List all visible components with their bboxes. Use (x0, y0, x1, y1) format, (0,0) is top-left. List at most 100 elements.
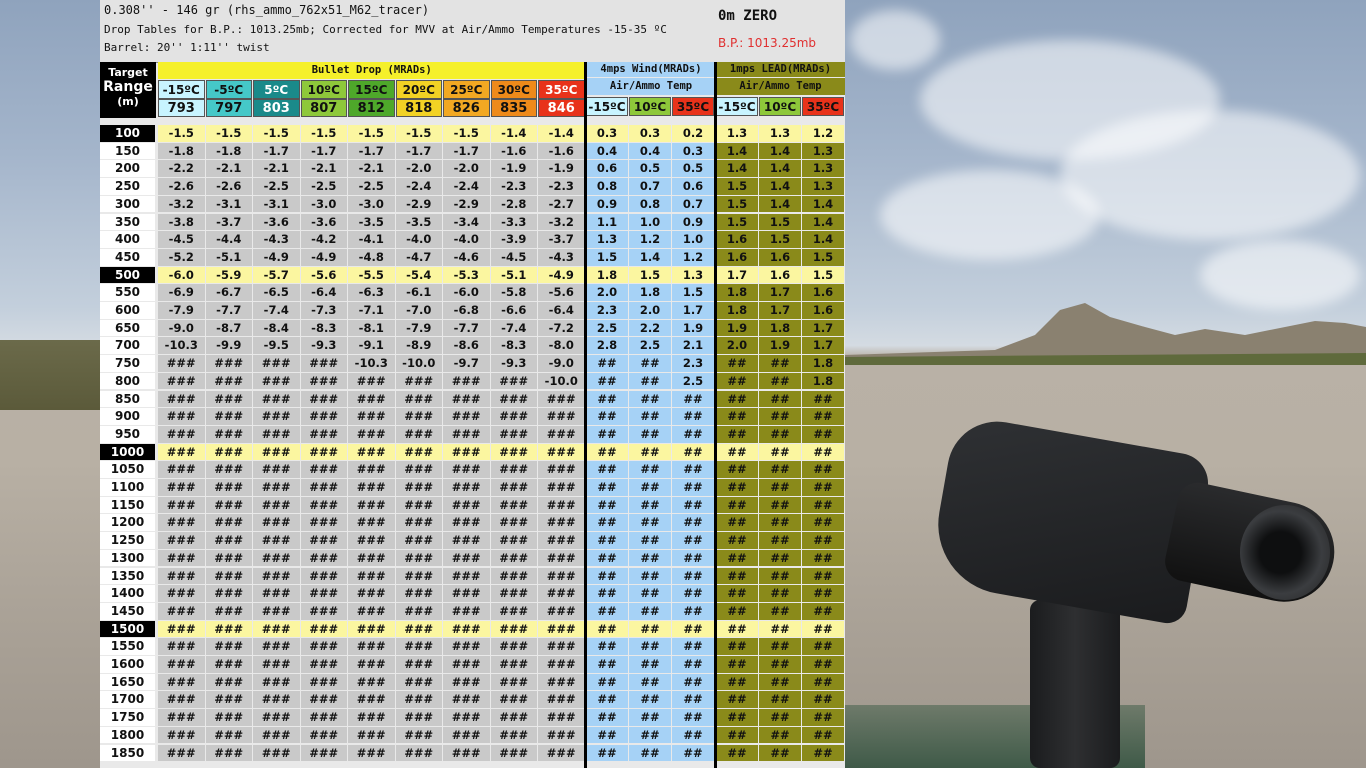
lead-value: ## (802, 673, 844, 691)
wind-value: ## (586, 585, 628, 602)
drop-value: ### (253, 638, 300, 655)
cloud (1060, 110, 1360, 240)
wind-value: ## (672, 656, 714, 673)
drop-value: -4.2 (300, 231, 347, 248)
grass-patch (0, 340, 100, 410)
drop-value: ### (443, 691, 490, 709)
drop-value: ### (443, 620, 490, 638)
drop-value: ### (205, 549, 252, 567)
wind-value: 0.5 (629, 160, 671, 178)
wind-value: 0.3 (672, 142, 714, 160)
drop-value: -8.7 (205, 319, 252, 337)
lead-value: ## (716, 372, 758, 390)
drop-value: -6.1 (395, 284, 442, 301)
drop-value: ### (490, 549, 537, 567)
lead-value: 1.3 (716, 125, 758, 142)
spotting-scope (927, 413, 1213, 627)
lead-value: 1.4 (716, 160, 758, 178)
drop-value: -7.9 (395, 319, 442, 337)
drop-value: ### (158, 390, 205, 408)
drop-value: -7.7 (443, 319, 490, 337)
drop-value: ### (490, 620, 537, 638)
drop-value: -9.7 (443, 355, 490, 372)
drop-value: -2.1 (205, 160, 252, 178)
wind-value: ## (629, 638, 671, 655)
range-cell-bg: 350 (100, 213, 155, 231)
lead-value: ## (759, 479, 801, 496)
wind-value: ## (586, 567, 628, 585)
temp-header: 5ºC (253, 80, 300, 99)
lead-temp-header: 35ºC (802, 97, 844, 116)
lead-value: 1.6 (802, 284, 844, 301)
wind-value: 1.2 (672, 248, 714, 266)
drop-value: -3.4 (443, 213, 490, 231)
wind-temp-header: 10ºC (629, 97, 671, 116)
drop-value: ### (158, 408, 205, 425)
drop-value: -1.7 (300, 142, 347, 160)
drop-value: ### (300, 602, 347, 620)
drop-value: -2.0 (443, 160, 490, 178)
drop-value: -4.7 (395, 248, 442, 266)
drop-value: -5.9 (205, 266, 252, 284)
drop-value: -7.7 (205, 302, 252, 319)
muzzle-velocity: 846 (538, 99, 585, 117)
lead-temp-header: 10ºC (759, 97, 801, 116)
drop-value: ### (538, 461, 585, 478)
drop-value: ### (253, 443, 300, 461)
drop-value: ### (395, 532, 442, 549)
drop-value: -5.6 (538, 284, 585, 301)
drop-value: -3.0 (300, 195, 347, 213)
lead-section-title: 1mps LEAD(MRADs) (716, 62, 845, 77)
wind-value: ## (629, 620, 671, 638)
wind-value: ## (586, 496, 628, 514)
range-cell-bg: 250 (100, 178, 155, 195)
drop-value: -4.9 (300, 248, 347, 266)
range-cell-bg: 1650 (100, 673, 155, 691)
drop-value: ### (538, 602, 585, 620)
drop-value: ### (395, 726, 442, 744)
drop-value: ### (348, 461, 395, 478)
drop-value: -8.0 (538, 337, 585, 355)
range-cell: 500 (100, 266, 155, 284)
drop-value: ### (443, 496, 490, 514)
drop-value: -3.8 (158, 213, 205, 231)
drop-value: -2.4 (443, 178, 490, 195)
drop-value: ### (348, 425, 395, 443)
drop-value: ### (205, 408, 252, 425)
drop-value: ### (348, 479, 395, 496)
drop-value: -2.9 (443, 195, 490, 213)
drop-value: -9.1 (348, 337, 395, 355)
wind-value: 2.8 (586, 337, 628, 355)
drop-value: -1.8 (205, 142, 252, 160)
range-cell-bg: 1150 (100, 496, 155, 514)
muzzle-velocity: 835 (490, 99, 537, 117)
lead-value: ## (716, 425, 758, 443)
drop-value: -3.2 (538, 213, 585, 231)
wind-value: ## (586, 408, 628, 425)
drop-value: ### (443, 726, 490, 744)
drop-value: ### (538, 638, 585, 655)
drop-value: ### (300, 620, 347, 638)
wind-value: ## (629, 567, 671, 585)
drop-value: ### (538, 549, 585, 567)
lead-value: ## (759, 726, 801, 744)
drop-value: ### (538, 673, 585, 691)
drop-value: ### (253, 496, 300, 514)
drop-value: ### (490, 443, 537, 461)
lead-value: 1.8 (802, 355, 844, 372)
drop-value: ### (253, 744, 300, 762)
drop-value: -6.0 (158, 266, 205, 284)
drop-value: -3.1 (253, 195, 300, 213)
wind-value: 0.3 (586, 125, 628, 142)
wind-value: ## (629, 461, 671, 478)
drop-value: -5.1 (205, 248, 252, 266)
drop-value: -8.3 (300, 319, 347, 337)
drop-value: ### (443, 390, 490, 408)
lead-value: ## (759, 602, 801, 620)
drop-value: ### (395, 656, 442, 673)
drop-value: -1.7 (253, 142, 300, 160)
zero-label: 0m ZERO (718, 8, 778, 24)
wind-value: ## (672, 567, 714, 585)
drop-value: ### (443, 443, 490, 461)
drop-value: -8.6 (443, 337, 490, 355)
